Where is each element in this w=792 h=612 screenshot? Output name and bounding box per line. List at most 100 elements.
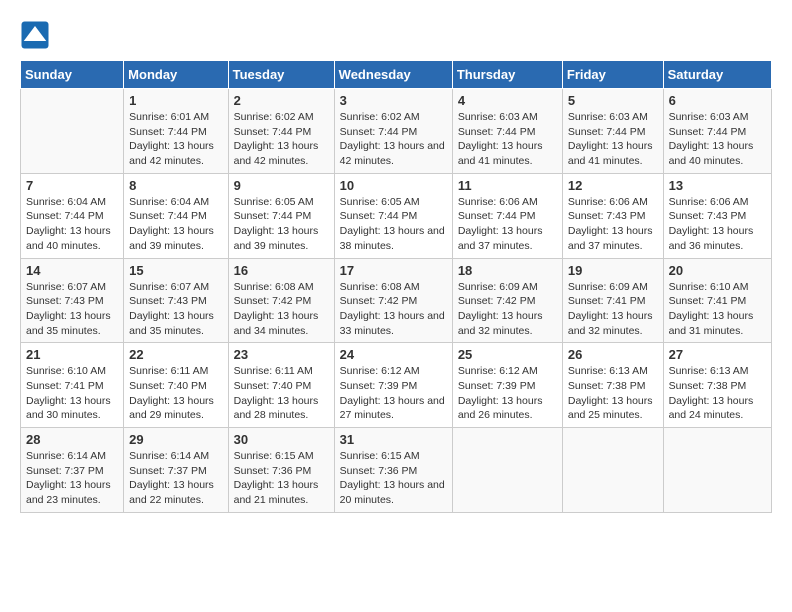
day-number: 29 — [129, 432, 222, 447]
calendar-cell: 19 Sunrise: 6:09 AMSunset: 7:41 PMDayligh… — [562, 258, 663, 343]
day-number: 25 — [458, 347, 557, 362]
day-number: 9 — [234, 178, 329, 193]
calendar-cell: 3 Sunrise: 6:02 AMSunset: 7:44 PMDaylight… — [334, 89, 452, 174]
day-number: 15 — [129, 263, 222, 278]
day-number: 10 — [340, 178, 447, 193]
calendar-cell: 15 Sunrise: 6:07 AMSunset: 7:43 PMDayligh… — [124, 258, 228, 343]
cell-content: Sunrise: 6:14 AMSunset: 7:37 PMDaylight:… — [26, 449, 118, 508]
logo-icon — [20, 20, 50, 50]
cell-content: Sunrise: 6:06 AMSunset: 7:44 PMDaylight:… — [458, 195, 557, 254]
calendar-table: SundayMondayTuesdayWednesdayThursdayFrid… — [20, 60, 772, 513]
calendar-week-row: 28 Sunrise: 6:14 AMSunset: 7:37 PMDayligh… — [21, 428, 772, 513]
calendar-week-row: 14 Sunrise: 6:07 AMSunset: 7:43 PMDayligh… — [21, 258, 772, 343]
cell-content: Sunrise: 6:03 AMSunset: 7:44 PMDaylight:… — [458, 110, 557, 169]
day-number: 28 — [26, 432, 118, 447]
cell-content: Sunrise: 6:12 AMSunset: 7:39 PMDaylight:… — [458, 364, 557, 423]
calendar-cell: 9 Sunrise: 6:05 AMSunset: 7:44 PMDaylight… — [228, 173, 334, 258]
cell-content: Sunrise: 6:15 AMSunset: 7:36 PMDaylight:… — [340, 449, 447, 508]
day-number: 12 — [568, 178, 658, 193]
day-number: 17 — [340, 263, 447, 278]
cell-content: Sunrise: 6:03 AMSunset: 7:44 PMDaylight:… — [669, 110, 766, 169]
day-number: 19 — [568, 263, 658, 278]
calendar-cell: 28 Sunrise: 6:14 AMSunset: 7:37 PMDayligh… — [21, 428, 124, 513]
calendar-cell — [21, 89, 124, 174]
calendar-cell: 18 Sunrise: 6:09 AMSunset: 7:42 PMDayligh… — [452, 258, 562, 343]
cell-content: Sunrise: 6:13 AMSunset: 7:38 PMDaylight:… — [568, 364, 658, 423]
calendar-cell: 8Sunrise: 6:04 AMSunset: 7:44 PMDaylight… — [124, 173, 228, 258]
column-header-wednesday: Wednesday — [334, 61, 452, 89]
calendar-cell: 12 Sunrise: 6:06 AMSunset: 7:43 PMDayligh… — [562, 173, 663, 258]
calendar-cell: 6 Sunrise: 6:03 AMSunset: 7:44 PMDaylight… — [663, 89, 771, 174]
calendar-week-row: 7 Sunrise: 6:04 AMSunset: 7:44 PMDaylight… — [21, 173, 772, 258]
cell-content: Sunrise: 6:08 AMSunset: 7:42 PMDaylight:… — [340, 280, 447, 339]
calendar-cell: 5 Sunrise: 6:03 AMSunset: 7:44 PMDaylight… — [562, 89, 663, 174]
cell-content: Sunrise: 6:15 AMSunset: 7:36 PMDaylight:… — [234, 449, 329, 508]
cell-content: Sunrise: 6:09 AMSunset: 7:42 PMDaylight:… — [458, 280, 557, 339]
calendar-cell: 1 Sunrise: 6:01 AMSunset: 7:44 PMDaylight… — [124, 89, 228, 174]
day-number: 22 — [129, 347, 222, 362]
day-number: 18 — [458, 263, 557, 278]
day-number: 2 — [234, 93, 329, 108]
cell-content: Sunrise: 6:03 AMSunset: 7:44 PMDaylight:… — [568, 110, 658, 169]
day-number: 13 — [669, 178, 766, 193]
cell-content: Sunrise: 6:13 AMSunset: 7:38 PMDaylight:… — [669, 364, 766, 423]
day-number: 24 — [340, 347, 447, 362]
calendar-cell: 13Sunrise: 6:06 AMSunset: 7:43 PMDayligh… — [663, 173, 771, 258]
cell-content: Sunrise: 6:05 AMSunset: 7:44 PMDaylight:… — [340, 195, 447, 254]
column-header-sunday: Sunday — [21, 61, 124, 89]
cell-content: Sunrise: 6:14 AMSunset: 7:37 PMDaylight:… — [129, 449, 222, 508]
column-header-friday: Friday — [562, 61, 663, 89]
calendar-cell: 20 Sunrise: 6:10 AMSunset: 7:41 PMDayligh… — [663, 258, 771, 343]
day-number: 30 — [234, 432, 329, 447]
cell-content: Sunrise: 6:09 AMSunset: 7:41 PMDaylight:… — [568, 280, 658, 339]
cell-content: Sunrise: 6:11 AMSunset: 7:40 PMDaylight:… — [234, 364, 329, 423]
calendar-cell: 25 Sunrise: 6:12 AMSunset: 7:39 PMDayligh… — [452, 343, 562, 428]
day-number: 5 — [568, 93, 658, 108]
cell-content: Sunrise: 6:01 AMSunset: 7:44 PMDaylight:… — [129, 110, 222, 169]
day-number: 23 — [234, 347, 329, 362]
column-header-thursday: Thursday — [452, 61, 562, 89]
cell-content: Sunrise: 6:02 AMSunset: 7:44 PMDaylight:… — [340, 110, 447, 169]
cell-content: Sunrise: 6:10 AMSunset: 7:41 PMDaylight:… — [26, 364, 118, 423]
calendar-cell: 27 Sunrise: 6:13 AMSunset: 7:38 PMDayligh… — [663, 343, 771, 428]
cell-content: Sunrise: 6:04 AMSunset: 7:44 PMDaylight:… — [129, 195, 222, 254]
day-number: 7 — [26, 178, 118, 193]
day-number: 1 — [129, 93, 222, 108]
day-number: 20 — [669, 263, 766, 278]
cell-content: Sunrise: 6:02 AMSunset: 7:44 PMDaylight:… — [234, 110, 329, 169]
day-number: 16 — [234, 263, 329, 278]
cell-content: Sunrise: 6:08 AMSunset: 7:42 PMDaylight:… — [234, 280, 329, 339]
day-number: 27 — [669, 347, 766, 362]
day-number: 11 — [458, 178, 557, 193]
cell-content: Sunrise: 6:11 AMSunset: 7:40 PMDaylight:… — [129, 364, 222, 423]
cell-content: Sunrise: 6:12 AMSunset: 7:39 PMDaylight:… — [340, 364, 447, 423]
cell-content: Sunrise: 6:07 AMSunset: 7:43 PMDaylight:… — [129, 280, 222, 339]
cell-content: Sunrise: 6:05 AMSunset: 7:44 PMDaylight:… — [234, 195, 329, 254]
day-number: 3 — [340, 93, 447, 108]
calendar-cell: 16 Sunrise: 6:08 AMSunset: 7:42 PMDayligh… — [228, 258, 334, 343]
day-number: 14 — [26, 263, 118, 278]
day-number: 26 — [568, 347, 658, 362]
cell-content: Sunrise: 6:10 AMSunset: 7:41 PMDaylight:… — [669, 280, 766, 339]
calendar-cell: 2 Sunrise: 6:02 AMSunset: 7:44 PMDaylight… — [228, 89, 334, 174]
calendar-header-row: SundayMondayTuesdayWednesdayThursdayFrid… — [21, 61, 772, 89]
calendar-cell — [562, 428, 663, 513]
calendar-cell: 24 Sunrise: 6:12 AMSunset: 7:39 PMDayligh… — [334, 343, 452, 428]
calendar-cell: 4Sunrise: 6:03 AMSunset: 7:44 PMDaylight… — [452, 89, 562, 174]
calendar-cell: 31Sunrise: 6:15 AMSunset: 7:36 PMDayligh… — [334, 428, 452, 513]
column-header-monday: Monday — [124, 61, 228, 89]
logo — [20, 20, 54, 50]
calendar-cell: 11 Sunrise: 6:06 AMSunset: 7:44 PMDayligh… — [452, 173, 562, 258]
column-header-tuesday: Tuesday — [228, 61, 334, 89]
calendar-cell: 21Sunrise: 6:10 AMSunset: 7:41 PMDayligh… — [21, 343, 124, 428]
calendar-cell — [663, 428, 771, 513]
cell-content: Sunrise: 6:06 AMSunset: 7:43 PMDaylight:… — [568, 195, 658, 254]
calendar-cell: 26 Sunrise: 6:13 AMSunset: 7:38 PMDayligh… — [562, 343, 663, 428]
calendar-week-row: 1 Sunrise: 6:01 AMSunset: 7:44 PMDaylight… — [21, 89, 772, 174]
cell-content: Sunrise: 6:07 AMSunset: 7:43 PMDaylight:… — [26, 280, 118, 339]
calendar-cell: 29 Sunrise: 6:14 AMSunset: 7:37 PMDayligh… — [124, 428, 228, 513]
page-header — [20, 20, 772, 50]
calendar-cell: 10 Sunrise: 6:05 AMSunset: 7:44 PMDayligh… — [334, 173, 452, 258]
calendar-cell: 22 Sunrise: 6:11 AMSunset: 7:40 PMDayligh… — [124, 343, 228, 428]
day-number: 6 — [669, 93, 766, 108]
